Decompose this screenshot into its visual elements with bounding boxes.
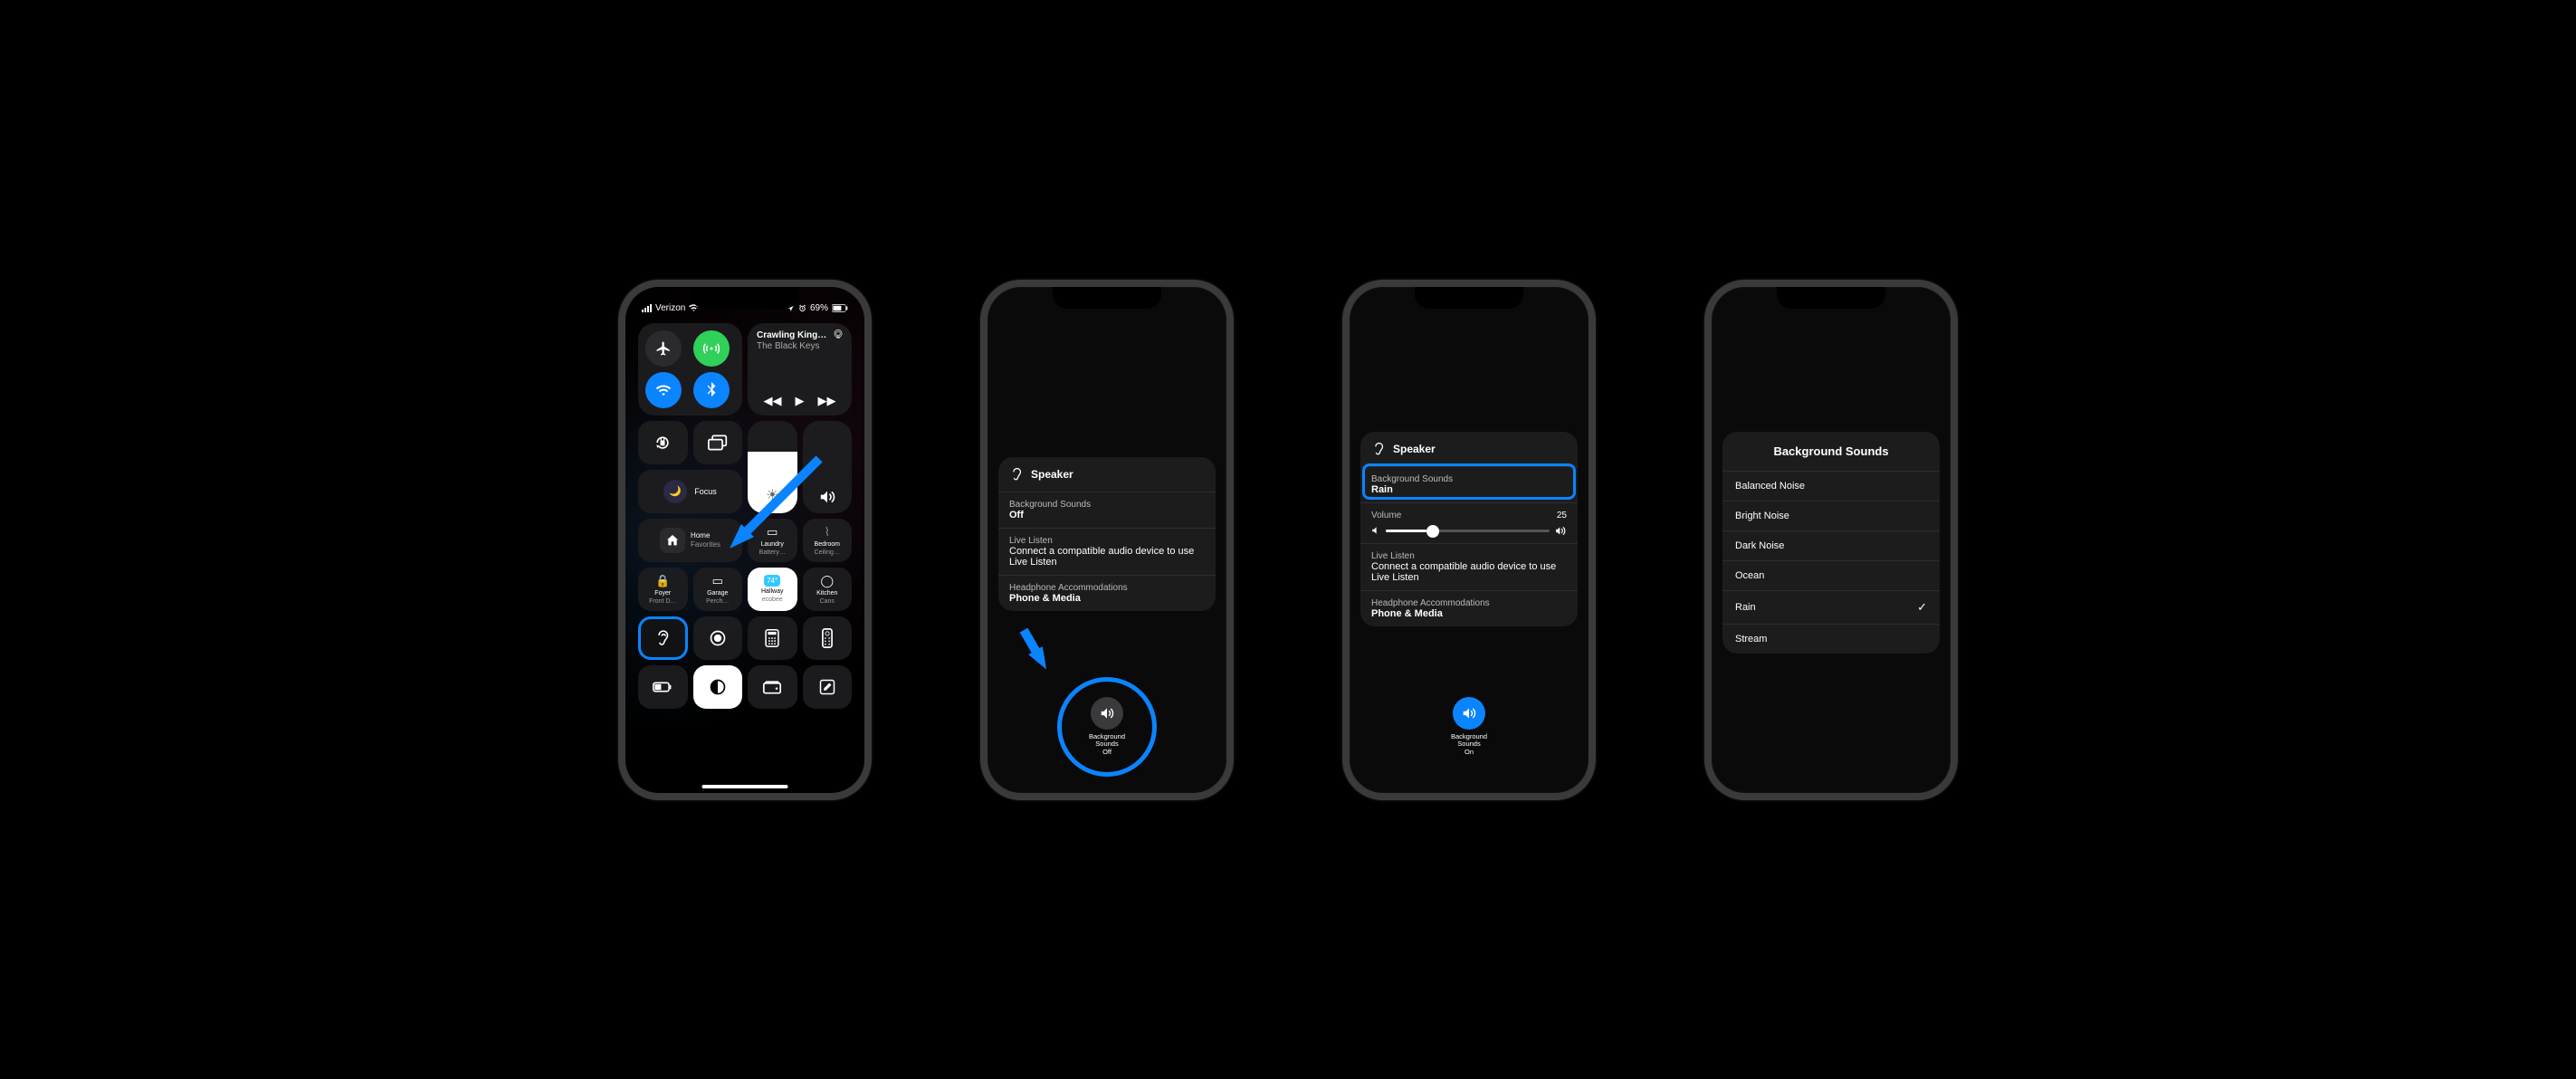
home-indicator[interactable] (702, 785, 788, 788)
play-icon[interactable]: ▶ (796, 394, 805, 408)
previous-icon[interactable]: ◀◀ (764, 394, 782, 408)
location-icon (787, 304, 795, 312)
focus-label: Focus (694, 487, 717, 496)
focus-icon: 🌙 (663, 480, 687, 503)
remote-button[interactable] (803, 616, 853, 660)
hearing-panel: Speaker Background Sounds Off Live Liste… (998, 457, 1216, 611)
signal-icon (642, 304, 652, 312)
carrier-label: Verizon (655, 303, 685, 313)
connectivity-group (638, 323, 742, 415)
dark-mode-button[interactable] (693, 665, 743, 709)
orientation-lock-button[interactable] (638, 421, 688, 464)
bluetooth-button[interactable] (693, 372, 730, 408)
sound-option-bright-noise[interactable]: Bright Noise (1722, 501, 1940, 530)
accessory-kitchen[interactable]: ◯KitchenCans (803, 568, 853, 611)
phone-sound-list: Background Sounds Balanced Noise Bright … (1704, 280, 1958, 800)
phone-hearing-off: Speaker Background Sounds Off Live Liste… (980, 280, 1234, 800)
headphone-accommodations-row[interactable]: Headphone Accommodations Phone & Media (998, 575, 1216, 611)
check-icon: ✓ (1917, 600, 1927, 615)
track-title: Crawling King… (757, 330, 843, 342)
sound-option-balanced-noise[interactable]: Balanced Noise (1722, 471, 1940, 501)
sound-option-rain[interactable]: Rain✓ (1722, 590, 1940, 624)
background-sounds-list: Background Sounds Balanced Noise Bright … (1722, 432, 1940, 654)
speaker-icon (1453, 697, 1485, 730)
battery-icon (832, 304, 848, 312)
track-artist: The Black Keys (757, 341, 843, 353)
volume-value: 25 (1557, 511, 1567, 520)
low-power-button[interactable] (638, 665, 688, 709)
next-icon[interactable]: ▶▶ (818, 394, 836, 408)
battery-percent: 69% (810, 303, 828, 313)
headphone-accommodations-row[interactable]: Headphone Accommodations Phone & Media (1360, 590, 1578, 626)
sound-option-stream[interactable]: Stream (1722, 624, 1940, 654)
accessory-garage[interactable]: ▭GaragePerch… (693, 568, 743, 611)
ear-icon (1371, 441, 1386, 457)
background-sounds-toggle[interactable]: Background SoundsOn (1451, 697, 1487, 757)
airplay-icon[interactable] (832, 329, 844, 339)
list-title: Background Sounds (1722, 432, 1940, 471)
sound-option-dark-noise[interactable]: Dark Noise (1722, 530, 1940, 560)
output-device: Speaker (1393, 443, 1436, 455)
screen-record-button[interactable] (693, 616, 743, 660)
phone-hearing-on: Speaker Background Sounds Rain Volume 25… (1342, 280, 1596, 800)
annotation-rect (1362, 463, 1576, 500)
background-sounds-row[interactable]: Background Sounds Off (998, 492, 1216, 528)
live-listen-row: Live Listen Connect a compatible audio d… (1360, 543, 1578, 590)
output-device: Speaker (1031, 468, 1073, 481)
accessory-hallway[interactable]: 74°Hallwayecobee (748, 568, 797, 611)
volume-high-icon (1555, 526, 1567, 536)
cellular-data-button[interactable] (693, 330, 730, 367)
volume-slider[interactable] (1386, 530, 1550, 532)
wallet-button[interactable] (748, 665, 797, 709)
now-playing-tile[interactable]: Crawling King… The Black Keys ◀◀ ▶ ▶▶ (748, 323, 852, 415)
calculator-button[interactable] (748, 616, 797, 660)
volume-low-icon (1371, 526, 1380, 535)
screen-mirroring-button[interactable] (693, 421, 743, 464)
quick-note-button[interactable] (803, 665, 853, 709)
annotation-arrow (1028, 646, 1054, 673)
wifi-button[interactable] (645, 372, 682, 408)
alarm-icon (798, 304, 806, 312)
status-bar: Verizon 69% (633, 296, 857, 318)
home-icon (660, 528, 685, 553)
hearing-button[interactable] (638, 616, 688, 660)
phone-control-center: Verizon 69% Crawling King… The Black Key… (618, 280, 872, 800)
ear-icon (1009, 466, 1024, 482)
live-listen-row: Live Listen Connect a compatible audio d… (998, 528, 1216, 575)
focus-button[interactable]: 🌙 Focus (638, 470, 742, 513)
annotation-circle (1057, 677, 1157, 777)
wifi-icon (689, 304, 699, 312)
sound-option-ocean[interactable]: Ocean (1722, 560, 1940, 590)
hearing-panel: Speaker Background Sounds Rain Volume 25… (1360, 432, 1578, 626)
accessory-foyer[interactable]: 🔒FoyerFront D… (638, 568, 688, 611)
airplane-mode-button[interactable] (645, 330, 682, 367)
accessory-bedroom[interactable]: ⌇BedroomCeiling… (803, 519, 853, 562)
background-sounds-volume-row[interactable]: Volume 25 (1360, 502, 1578, 543)
